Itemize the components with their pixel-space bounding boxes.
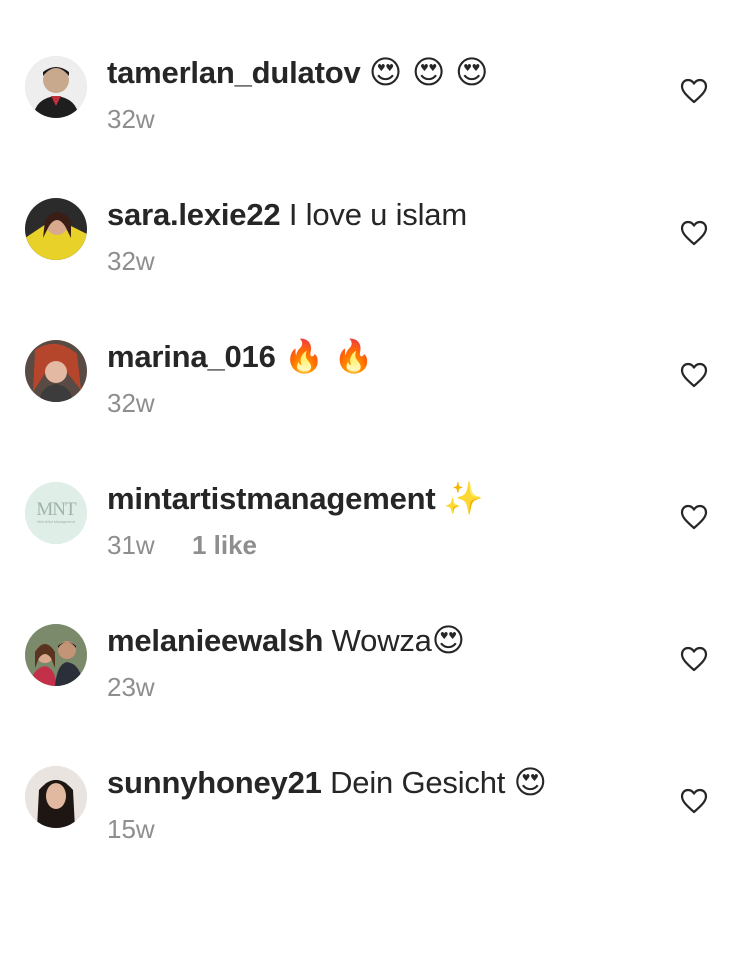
like-heart-icon[interactable] (680, 78, 708, 104)
comment-username[interactable]: melanieewalsh (107, 623, 323, 658)
comment-username[interactable]: sunnyhoney21 (107, 765, 322, 800)
avatar[interactable]: MNT Mint Artist Management (25, 482, 87, 544)
comment-emoji: 😍 😍 😍 (368, 53, 489, 91)
comment-emoji: 🔥 🔥 (284, 337, 374, 375)
comment-line: sunnyhoney21 Dein Gesicht 😍 (107, 762, 667, 803)
comment-username[interactable]: sara.lexie22 (107, 197, 281, 232)
comment-meta: 23w (107, 671, 667, 703)
comment-body: marina_016 🔥 🔥 32w (107, 336, 667, 419)
comment-body: sara.lexie22 I love u islam 32w (107, 194, 667, 277)
like-heart-icon[interactable] (680, 504, 708, 530)
comment-item: marina_016 🔥 🔥 32w (0, 284, 750, 426)
comment-item: sara.lexie22 I love u islam 32w (0, 142, 750, 284)
mnt-logo-text: MNT (36, 499, 77, 520)
comment-text: Dein Gesicht (330, 765, 506, 800)
mnt-logo-subtitle: Mint Artist Management (37, 520, 75, 524)
comment-body: mintartistmanagement ✨ 31w 1 like (107, 478, 667, 561)
avatar[interactable] (25, 624, 87, 686)
like-heart-icon[interactable] (680, 362, 708, 388)
comments-list: tamerlan_dulatov 😍 😍 😍 32w sara.lexie22 (0, 0, 750, 852)
comment-line: marina_016 🔥 🔥 (107, 336, 667, 377)
comment-likes-count[interactable]: 1 like (192, 530, 257, 560)
like-heart-icon[interactable] (680, 788, 708, 814)
avatar[interactable] (25, 56, 87, 118)
comment-emoji: ✨ (443, 479, 484, 517)
comment-timestamp[interactable]: 15w (107, 814, 155, 844)
comment-body: tamerlan_dulatov 😍 😍 😍 32w (107, 52, 667, 135)
mnt-logo: MNT Mint Artist Management (25, 482, 87, 544)
comment-item: MNT Mint Artist Management mintartistman… (0, 426, 750, 568)
comment-meta: 15w (107, 813, 667, 845)
comment-item: tamerlan_dulatov 😍 😍 😍 32w (0, 0, 750, 142)
comment-body: sunnyhoney21 Dein Gesicht 😍 15w (107, 762, 667, 845)
comment-emoji: 😍 (431, 621, 465, 659)
comment-line: melanieewalsh Wowza😍 (107, 620, 667, 661)
comment-timestamp[interactable]: 32w (107, 246, 155, 276)
comment-item: sunnyhoney21 Dein Gesicht 😍 15w (0, 710, 750, 852)
comment-line: sara.lexie22 I love u islam (107, 194, 667, 235)
comment-timestamp[interactable]: 32w (107, 388, 155, 418)
comment-username[interactable]: mintartistmanagement (107, 481, 436, 516)
comment-emoji: 😍 (513, 763, 547, 801)
comment-username[interactable]: marina_016 (107, 339, 276, 374)
like-heart-icon[interactable] (680, 220, 708, 246)
comment-line: mintartistmanagement ✨ (107, 478, 667, 519)
comment-timestamp[interactable]: 23w (107, 672, 155, 702)
comment-text: Wowza (331, 623, 432, 658)
comment-item: melanieewalsh Wowza😍 23w (0, 568, 750, 710)
avatar[interactable] (25, 766, 87, 828)
comment-meta: 32w (107, 103, 667, 135)
comment-meta: 32w (107, 387, 667, 419)
comment-line: tamerlan_dulatov 😍 😍 😍 (107, 52, 667, 93)
like-heart-icon[interactable] (680, 646, 708, 672)
avatar[interactable] (25, 198, 87, 260)
comment-body: melanieewalsh Wowza😍 23w (107, 620, 667, 703)
avatar[interactable] (25, 340, 87, 402)
comment-meta: 31w 1 like (107, 529, 667, 561)
comment-text: I love u islam (288, 197, 467, 232)
comment-timestamp[interactable]: 32w (107, 104, 155, 134)
comment-username[interactable]: tamerlan_dulatov (107, 55, 361, 90)
comment-meta: 32w (107, 245, 667, 277)
comment-timestamp[interactable]: 31w (107, 530, 155, 560)
